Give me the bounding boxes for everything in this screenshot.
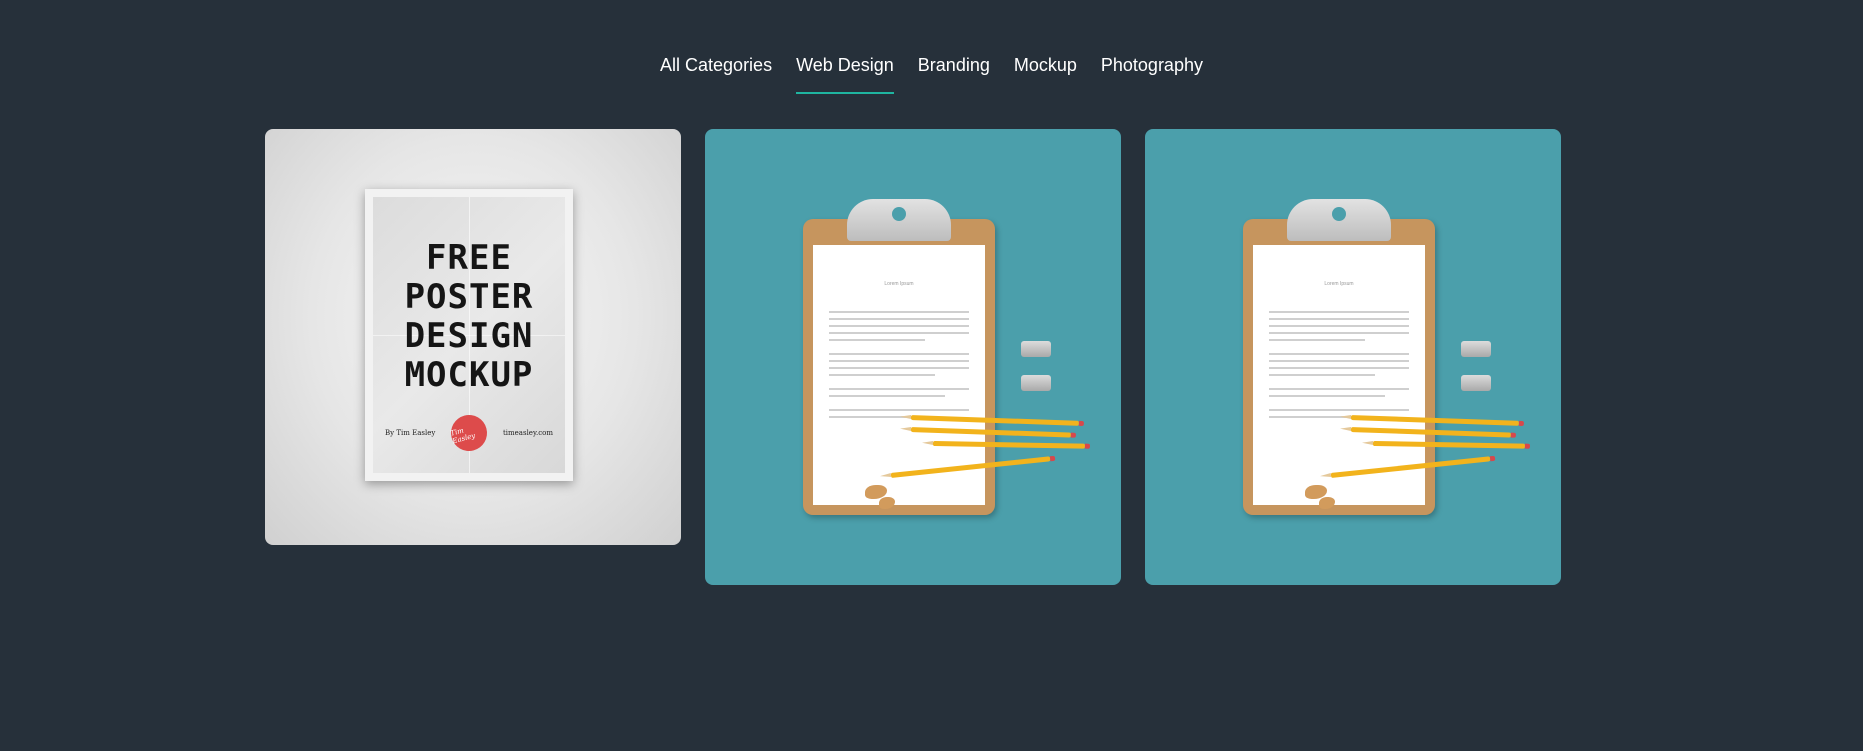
sharpener-icon bbox=[1461, 375, 1491, 391]
clipboard-clip bbox=[1287, 199, 1391, 241]
poster-headline: FREE POSTER DESIGN MOCKUP bbox=[404, 238, 534, 395]
tab-photography[interactable]: Photography bbox=[1101, 52, 1203, 94]
tab-mockup[interactable]: Mockup bbox=[1014, 52, 1077, 94]
sharpener-icon bbox=[1021, 375, 1051, 391]
clipboard-image: Lorem Ipsum bbox=[803, 199, 995, 515]
poster-image: FREE POSTER DESIGN MOCKUP By Tim Easley … bbox=[365, 189, 573, 481]
tab-branding[interactable]: Branding bbox=[918, 52, 990, 94]
sharpener-icon bbox=[1461, 341, 1491, 357]
poster-badge-logo: Tim Easley bbox=[447, 410, 492, 456]
poster-author: By Tim Easley bbox=[385, 429, 436, 437]
tab-all-categories[interactable]: All Categories bbox=[660, 52, 772, 94]
sharpener-icon bbox=[1021, 341, 1051, 357]
clipboard-clip bbox=[847, 199, 951, 241]
paper-heading: Lorem Ipsum bbox=[1324, 281, 1354, 287]
clipboard-image: Lorem Ipsum bbox=[1243, 199, 1435, 515]
portfolio-item-clipboard-2[interactable]: Lorem Ipsum bbox=[1145, 129, 1561, 585]
poster-site: timeasley.com bbox=[502, 429, 553, 437]
portfolio-item-poster-mockup[interactable]: FREE POSTER DESIGN MOCKUP By Tim Easley … bbox=[265, 129, 681, 545]
paper-heading: Lorem Ipsum bbox=[884, 281, 914, 287]
tab-web-design[interactable]: Web Design bbox=[796, 52, 894, 94]
portfolio-item-clipboard-1[interactable]: Lorem Ipsum bbox=[705, 129, 1121, 585]
poster-footer: By Tim Easley Tim Easley timeasley.com bbox=[385, 410, 553, 456]
portfolio-filter-tabs: All Categories Web Design Branding Mocku… bbox=[0, 52, 1863, 94]
